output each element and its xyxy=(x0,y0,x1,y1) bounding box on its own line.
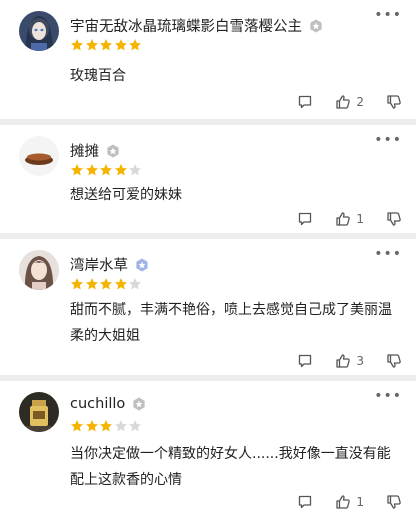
level-badge-icon xyxy=(309,19,323,33)
comment-button[interactable] xyxy=(297,94,313,110)
star-icon xyxy=(99,163,113,177)
review-actions: 3 xyxy=(275,353,402,369)
thumbs-up-icon xyxy=(336,354,351,368)
like-count: 3 xyxy=(356,354,364,368)
more-options-icon[interactable]: ••• xyxy=(374,133,402,147)
star-icon xyxy=(114,277,128,291)
review-text: 想送给可爱的妹妹 xyxy=(70,187,182,203)
username[interactable]: 摊摊 xyxy=(70,140,120,161)
user-avatar[interactable] xyxy=(19,136,59,176)
level-badge-icon xyxy=(132,397,146,411)
username[interactable]: cuchillo xyxy=(70,396,146,412)
thumbs-up-icon xyxy=(336,95,351,109)
username-text: 宇宙无敌冰晶琉璃蝶影白雪落樱公主 xyxy=(70,19,302,35)
user-avatar[interactable] xyxy=(19,250,59,290)
star-icon xyxy=(128,163,142,177)
more-options-icon[interactable]: ••• xyxy=(374,8,402,22)
review-card: cuchillo ••• 当你决定做一个精致的好女人......我好像一直没有能… xyxy=(0,381,416,522)
star-icon xyxy=(114,38,128,52)
dislike-button[interactable] xyxy=(386,211,402,227)
rating-stars xyxy=(70,38,143,52)
thumbs-up-icon xyxy=(336,212,351,226)
rating-stars xyxy=(70,163,143,177)
comment-icon xyxy=(299,495,312,509)
comment-icon xyxy=(299,95,312,109)
more-options-icon[interactable]: ••• xyxy=(374,389,402,403)
comment-button[interactable] xyxy=(297,211,313,227)
username[interactable]: 湾岸水草 xyxy=(70,254,149,275)
thumbs-down-icon xyxy=(387,95,401,109)
like-count: 1 xyxy=(356,212,364,226)
star-icon xyxy=(128,277,142,291)
thumbs-up-icon xyxy=(336,495,351,509)
review-actions: 1 xyxy=(275,494,402,510)
dislike-button[interactable] xyxy=(386,494,402,510)
like-button[interactable]: 1 xyxy=(335,494,364,510)
thumbs-down-icon xyxy=(387,354,401,368)
review-card: 湾岸水草 ••• 甜而不腻，丰满不艳俗，喷上去感觉自己成了美丽温柔的大姐姐 3 xyxy=(0,239,416,375)
review-text: 当你决定做一个精致的好女人......我好像一直没有能配上这款香的心情 xyxy=(70,446,391,488)
dislike-button[interactable] xyxy=(386,353,402,369)
username-text: 湾岸水草 xyxy=(70,258,128,274)
level-badge-icon xyxy=(106,144,120,158)
review-text: 玫瑰百合 xyxy=(70,68,126,84)
comment-button[interactable] xyxy=(297,353,313,369)
level-badge-icon xyxy=(135,258,149,272)
star-icon xyxy=(70,277,84,291)
username-text: cuchillo xyxy=(70,396,126,412)
star-icon xyxy=(85,163,99,177)
star-icon xyxy=(70,38,84,52)
more-options-icon[interactable]: ••• xyxy=(374,247,402,261)
rating-stars xyxy=(70,419,143,433)
like-count: 2 xyxy=(356,95,364,109)
rating-stars xyxy=(70,277,143,291)
review-card: 摊摊 ••• 想送给可爱的妹妹 1 xyxy=(0,125,416,233)
like-button[interactable]: 1 xyxy=(335,211,364,227)
star-icon xyxy=(114,163,128,177)
star-icon xyxy=(99,38,113,52)
star-icon xyxy=(99,277,113,291)
star-icon xyxy=(70,419,84,433)
review-actions: 1 xyxy=(275,211,402,227)
star-icon xyxy=(85,38,99,52)
like-count: 1 xyxy=(356,495,364,509)
user-avatar[interactable] xyxy=(19,392,59,432)
star-icon xyxy=(128,38,142,52)
star-icon xyxy=(128,419,142,433)
like-button[interactable]: 2 xyxy=(335,94,364,110)
star-icon xyxy=(85,419,99,433)
star-icon xyxy=(99,419,113,433)
comment-button[interactable] xyxy=(297,494,313,510)
username[interactable]: 宇宙无敌冰晶琉璃蝶影白雪落樱公主 xyxy=(70,15,323,36)
user-avatar[interactable] xyxy=(19,11,59,51)
review-actions: 2 xyxy=(275,94,402,110)
username-text: 摊摊 xyxy=(70,144,99,160)
review-card: 宇宙无敌冰晶琉璃蝶影白雪落樱公主 ••• 玫瑰百合 2 xyxy=(0,0,416,119)
review-text: 甜而不腻，丰满不艳俗，喷上去感觉自己成了美丽温柔的大姐姐 xyxy=(70,302,392,344)
star-icon xyxy=(85,277,99,291)
like-button[interactable]: 3 xyxy=(335,353,364,369)
star-icon xyxy=(114,419,128,433)
comment-icon xyxy=(299,212,312,226)
review-list: 宇宙无敌冰晶琉璃蝶影白雪落樱公主 ••• 玫瑰百合 2 摊摊 ••• 想送给可爱… xyxy=(0,0,416,522)
comment-icon xyxy=(299,354,312,368)
dislike-button[interactable] xyxy=(386,94,402,110)
thumbs-down-icon xyxy=(387,212,401,226)
star-icon xyxy=(70,163,84,177)
thumbs-down-icon xyxy=(387,495,401,509)
